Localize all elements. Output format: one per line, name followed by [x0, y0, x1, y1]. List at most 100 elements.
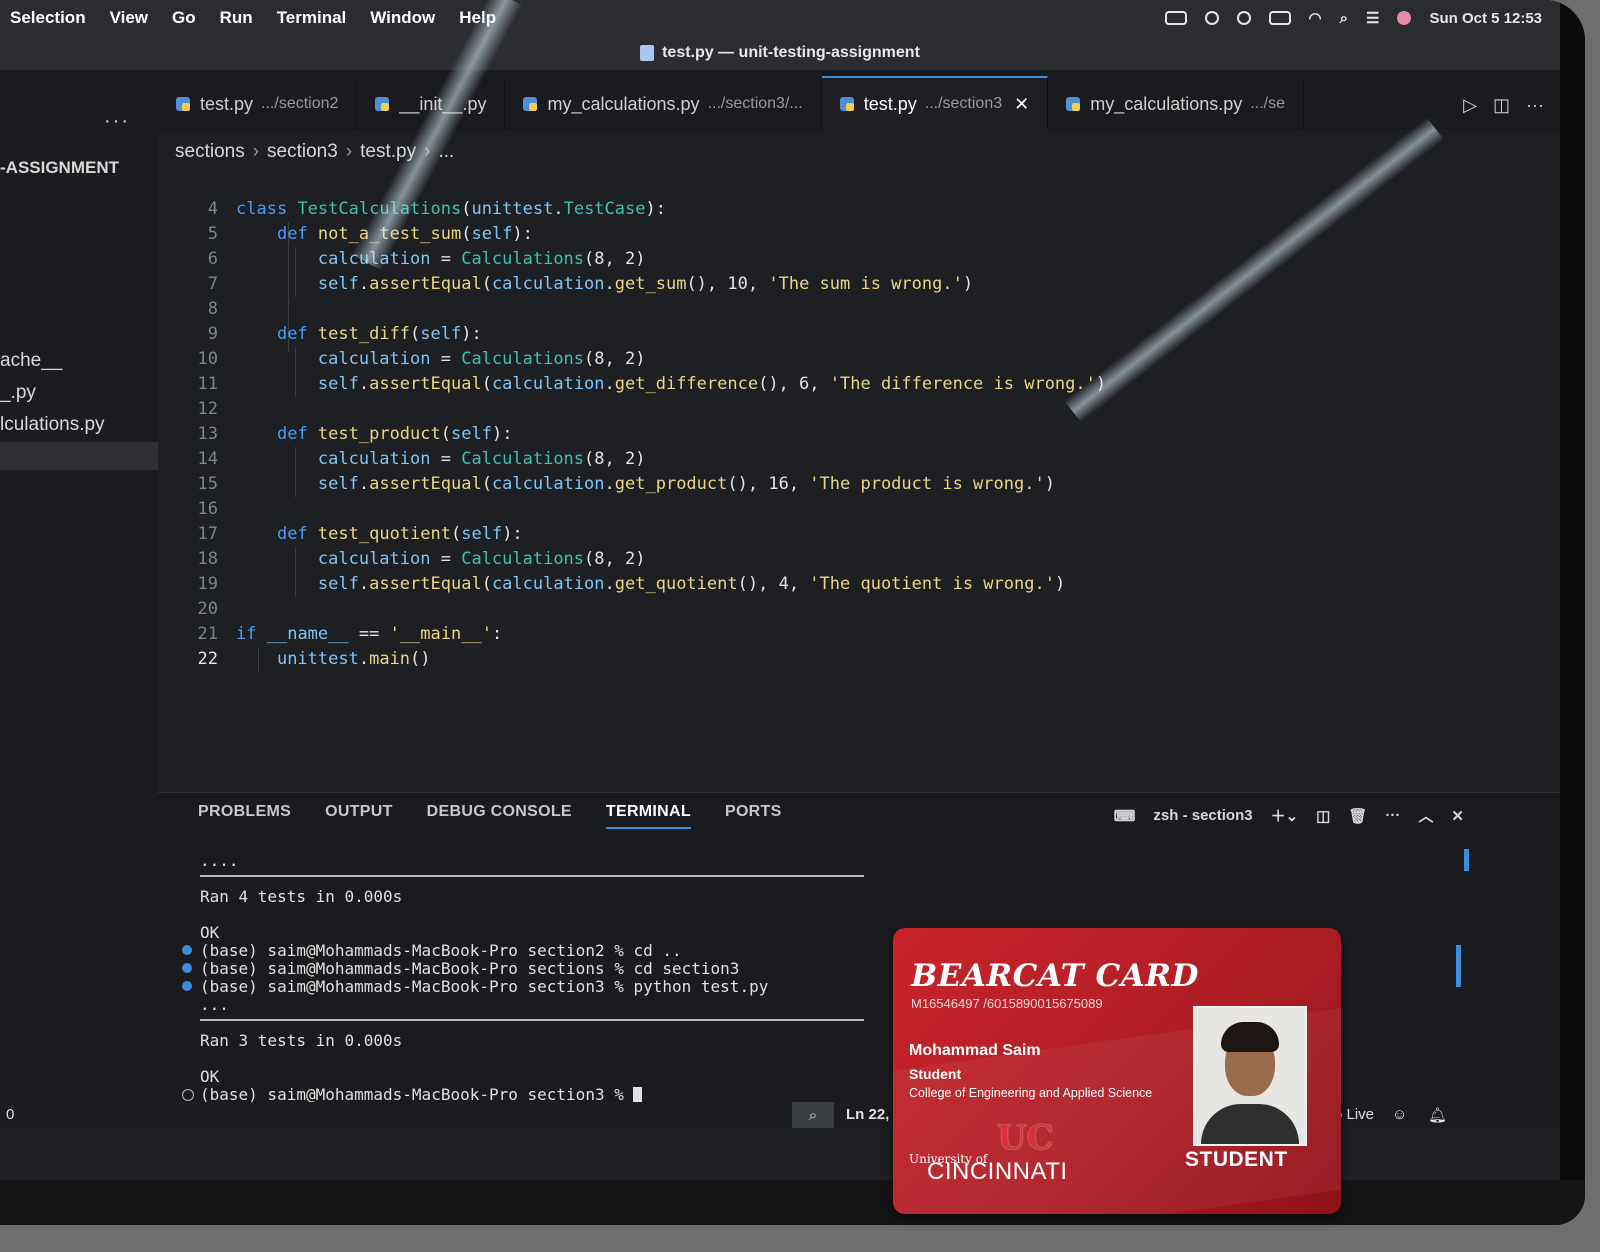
spotlight-search-icon[interactable]: ⌕: [1340, 10, 1348, 27]
zoom-icon[interactable]: ⌕: [792, 1102, 834, 1128]
code-line[interactable]: 6 calculation = Calculations(8, 2): [158, 246, 1538, 271]
code-line[interactable]: 14 calculation = Calculations(8, 2): [158, 446, 1538, 471]
terminal-icon: ⌨: [1113, 807, 1136, 825]
notifications-bell-icon[interactable]: 🔔︎: [1428, 1106, 1447, 1124]
tab-terminal[interactable]: TERMINAL: [605, 803, 691, 829]
explorer-item[interactable]: lculations.py: [0, 414, 105, 436]
close-icon[interactable]: ✕: [1014, 94, 1029, 115]
new-terminal-icon[interactable]: ＋⌄: [1271, 805, 1299, 826]
code-line[interactable]: 17 def test_quotient(self):: [158, 521, 1538, 546]
line-number[interactable]: 19: [158, 574, 236, 594]
tab-my-calculations-2[interactable]: my_calculations.py .../se: [1048, 78, 1304, 130]
more-actions-icon[interactable]: ···: [1526, 95, 1544, 116]
line-number[interactable]: 21: [158, 624, 236, 644]
line-number[interactable]: 10: [158, 349, 236, 369]
battery-icon[interactable]: [1268, 11, 1291, 25]
line-number[interactable]: 4: [158, 199, 236, 219]
menu-help[interactable]: Help: [459, 8, 496, 28]
menu-terminal[interactable]: Terminal: [277, 8, 347, 28]
code-line[interactable]: 11 self.assertEqual(calculation.get_diff…: [158, 371, 1538, 396]
line-number[interactable]: 5: [158, 224, 236, 244]
tab-output[interactable]: OUTPUT: [325, 803, 393, 829]
line-number[interactable]: 16: [158, 499, 236, 519]
line-number[interactable]: 14: [158, 449, 236, 469]
terminal-line: (base) saim@Mohammads-MacBook-Pro sectio…: [200, 977, 769, 996]
menu-go[interactable]: Go: [172, 8, 196, 28]
code-line[interactable]: 22 unittest.main(): [158, 646, 1538, 671]
menu-run[interactable]: Run: [220, 8, 253, 28]
split-terminal-icon[interactable]: ◫: [1316, 807, 1330, 825]
command-status-icon: [182, 945, 192, 955]
code-editor[interactable]: 4 class TestCalculations(unittest.TestCas…: [158, 172, 1560, 792]
code-line[interactable]: 8: [158, 296, 1538, 321]
tab-my-calculations[interactable]: my_calculations.py .../section3/...: [505, 78, 822, 130]
code-line[interactable]: 5 def not_a_test_sum(self):: [158, 221, 1538, 246]
line-number[interactable]: 17: [158, 524, 236, 544]
code-line[interactable]: 10 calculation = Calculations(8, 2): [158, 346, 1538, 371]
wifi-icon[interactable]: ◠: [1309, 9, 1322, 27]
focus-icon[interactable]: [1204, 11, 1219, 25]
breadcrumb-item[interactable]: test.py: [360, 141, 416, 163]
breadcrumb-item[interactable]: ...: [438, 141, 454, 163]
split-editor-icon[interactable]: ◫: [1493, 95, 1510, 116]
line-number[interactable]: 22: [158, 649, 236, 669]
tab-ports[interactable]: PORTS: [725, 803, 782, 829]
explorer-more-icon[interactable]: ···: [104, 110, 130, 133]
line-number[interactable]: 20: [158, 599, 236, 619]
status-cursor-position[interactable]: Ln 22,: [846, 1106, 889, 1123]
code-line[interactable]: 7 self.assertEqual(calculation.get_sum()…: [158, 271, 1538, 296]
close-panel-icon[interactable]: ✕: [1451, 807, 1464, 825]
menu-view[interactable]: View: [110, 8, 148, 28]
breadcrumb-item[interactable]: sections: [175, 141, 245, 163]
menubar-clock[interactable]: Sun Oct 5 12:53: [1429, 10, 1542, 27]
tab-problems[interactable]: PROBLEMS: [198, 803, 291, 829]
trash-icon[interactable]: 🗑: [1348, 807, 1367, 825]
code-line[interactable]: 21 if __name__ == '__main__':: [158, 621, 1538, 646]
code-line[interactable]: 4 class TestCalculations(unittest.TestCas…: [158, 196, 1538, 221]
display-icon[interactable]: [1164, 11, 1187, 25]
code-line[interactable]: 13 def test_product(self):: [158, 421, 1538, 446]
code-text: calculation = Calculations(8, 2): [317, 448, 646, 469]
line-number[interactable]: 11: [158, 374, 236, 394]
media-icon[interactable]: [1236, 11, 1251, 25]
code-line[interactable]: 20: [158, 596, 1538, 621]
line-number[interactable]: 9: [158, 324, 236, 344]
line-number[interactable]: 13: [158, 424, 236, 444]
siri-icon[interactable]: [1397, 11, 1412, 25]
line-number[interactable]: 18: [158, 549, 236, 569]
tab-test-section3[interactable]: test.py .../section3 ✕: [821, 76, 1049, 130]
more-icon[interactable]: ···: [1385, 807, 1400, 824]
terminal-output[interactable]: .... Ran 4 tests in 0.000s OK (base) sai…: [182, 851, 864, 1104]
terminal-name[interactable]: zsh - section3: [1153, 807, 1252, 824]
code-line[interactable]: 9 def test_diff(self):: [158, 321, 1538, 346]
status-problems-count[interactable]: 0: [6, 1106, 14, 1123]
code-line[interactable]: 15 self.assertEqual(calculation.get_prod…: [158, 471, 1538, 496]
code-line[interactable]: 16: [158, 496, 1538, 521]
breadcrumb-item[interactable]: section3: [267, 141, 338, 163]
explorer-item[interactable]: _.py: [0, 382, 36, 404]
terminal-rule: [200, 875, 864, 877]
explorer-heading[interactable]: -ASSIGNMENT: [0, 158, 119, 178]
python-file-icon: [1066, 97, 1081, 111]
tab-test-section2[interactable]: test.py .../section2: [158, 78, 358, 130]
line-number[interactable]: 12: [158, 399, 236, 419]
copilot-icon[interactable]: ☺: [1392, 1106, 1407, 1123]
code-line[interactable]: 12: [158, 396, 1538, 421]
menu-selection[interactable]: Selection: [10, 8, 86, 28]
menu-window[interactable]: Window: [370, 8, 435, 28]
line-number[interactable]: 8: [158, 299, 236, 319]
photo-hair: [1221, 1022, 1279, 1052]
photo-shirt: [1201, 1104, 1299, 1144]
run-icon[interactable]: ▷: [1463, 95, 1477, 116]
explorer-sidebar: ··· -ASSIGNMENT ache__ _.py lculations.p…: [0, 70, 158, 1120]
line-number[interactable]: 6: [158, 249, 236, 269]
line-number[interactable]: 7: [158, 274, 236, 294]
maximize-panel-icon[interactable]: ︿: [1418, 805, 1433, 826]
code-line[interactable]: 19 self.assertEqual(calculation.get_quot…: [158, 571, 1538, 596]
control-center-icon[interactable]: ☰: [1366, 9, 1379, 27]
line-number[interactable]: 15: [158, 474, 236, 494]
tab-debug-console[interactable]: DEBUG CONSOLE: [427, 803, 572, 829]
code-line[interactable]: 18 calculation = Calculations(8, 2): [158, 546, 1538, 571]
explorer-item[interactable]: ache__: [0, 350, 62, 372]
tab-init[interactable]: __init__.py: [357, 78, 506, 130]
